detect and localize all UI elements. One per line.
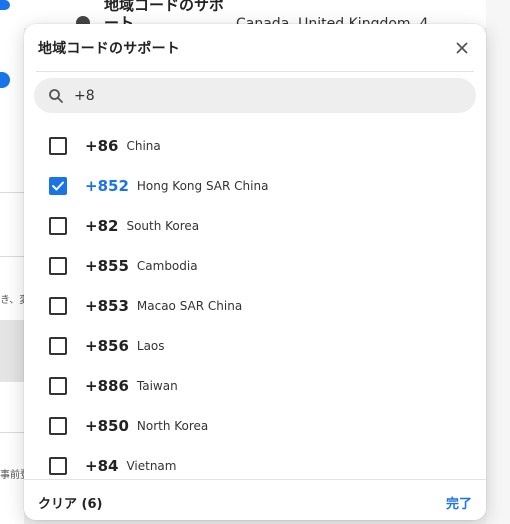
list-item[interactable]: +855 Cambodia bbox=[24, 246, 486, 286]
close-icon bbox=[456, 42, 468, 54]
background-left-column: き、変 事前登 bbox=[0, 0, 24, 524]
background-text: 事前登 bbox=[0, 470, 24, 481]
country-name: Laos bbox=[136, 339, 165, 353]
background-divider bbox=[0, 192, 24, 193]
list-item[interactable]: +856 Laos bbox=[24, 326, 486, 366]
list-item[interactable]: +852 Hong Kong SAR China bbox=[24, 166, 486, 206]
checkbox[interactable] bbox=[49, 377, 67, 395]
checkbox[interactable] bbox=[49, 137, 67, 155]
checkbox[interactable] bbox=[49, 217, 67, 235]
dial-code: +86 bbox=[85, 137, 119, 155]
country-name: Taiwan bbox=[136, 379, 178, 393]
dial-code: +886 bbox=[85, 377, 129, 395]
check-icon bbox=[52, 181, 64, 191]
background-block bbox=[0, 320, 24, 382]
country-name: Cambodia bbox=[136, 259, 198, 273]
background-divider bbox=[0, 256, 24, 257]
clear-button[interactable]: クリア (6) bbox=[38, 493, 102, 512]
dial-code: +853 bbox=[85, 297, 129, 315]
country-name: Vietnam bbox=[126, 459, 177, 473]
list-item[interactable]: +886 Taiwan bbox=[24, 366, 486, 406]
country-name: South Korea bbox=[126, 219, 200, 233]
country-name: Macao SAR China bbox=[136, 299, 243, 313]
country-name: China bbox=[126, 139, 161, 153]
checkbox[interactable] bbox=[49, 257, 67, 275]
modal-header: 地域コードのサポート bbox=[36, 24, 474, 72]
background-divider bbox=[0, 432, 24, 433]
dial-code: +84 bbox=[85, 457, 119, 475]
list-item[interactable]: +82 South Korea bbox=[24, 206, 486, 246]
checkbox[interactable] bbox=[49, 337, 67, 355]
checkbox[interactable] bbox=[49, 177, 67, 195]
region-code-modal: 地域コードのサポート +86 China +852 Hong Kong SAR Chi… bbox=[24, 24, 486, 520]
search-input[interactable] bbox=[74, 87, 454, 104]
done-button[interactable]: 完了 bbox=[446, 493, 472, 512]
country-code-list: +86 China +852 Hong Kong SAR China +82 South … bbox=[24, 126, 486, 476]
list-item[interactable]: +853 Macao SAR China bbox=[24, 286, 486, 326]
background-right-column bbox=[486, 0, 510, 524]
list-item[interactable]: +84 Vietnam bbox=[24, 446, 486, 476]
dial-code: +82 bbox=[85, 217, 119, 235]
country-name: Hong Kong SAR China bbox=[136, 179, 269, 193]
dial-code: +852 bbox=[85, 177, 129, 195]
dial-code: +855 bbox=[85, 257, 129, 275]
list-item[interactable]: +850 North Korea bbox=[24, 406, 486, 446]
dial-code: +850 bbox=[85, 417, 129, 435]
background-indicator bbox=[0, 0, 10, 10]
dial-code: +856 bbox=[85, 337, 129, 355]
search-box[interactable] bbox=[34, 78, 476, 113]
background-indicator bbox=[0, 72, 10, 88]
search-icon bbox=[48, 88, 64, 104]
close-button[interactable] bbox=[450, 36, 474, 60]
modal-title: 地域コードのサポート bbox=[38, 41, 180, 57]
checkbox[interactable] bbox=[49, 297, 67, 315]
list-item[interactable]: +86 China bbox=[24, 126, 486, 166]
checkbox[interactable] bbox=[49, 417, 67, 435]
country-name: North Korea bbox=[136, 419, 209, 433]
checkbox[interactable] bbox=[49, 457, 67, 475]
background-text: き、変 bbox=[0, 295, 24, 306]
modal-footer: クリア (6) 完了 bbox=[24, 479, 486, 520]
